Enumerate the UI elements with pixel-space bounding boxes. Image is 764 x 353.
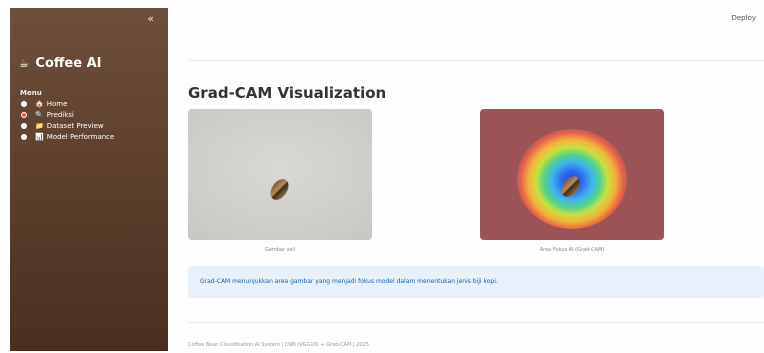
radio-button[interactable]	[21, 133, 27, 140]
radio-button-selected[interactable]	[21, 111, 27, 118]
deploy-button[interactable]: Deploy	[731, 14, 756, 22]
menu-item-label: Dataset Preview	[46, 121, 104, 130]
folder-icon: 📁	[35, 121, 44, 130]
gradcam-image-caption: Area Fokus AI (Grad-CAM)	[539, 247, 605, 253]
menu-item-model-performance[interactable]: 📊 Model Performance	[21, 131, 114, 142]
menu-item-label: Model Performance	[46, 132, 115, 141]
magnifier-icon: 🔍	[35, 110, 44, 119]
menu-item-home[interactable]: 🏠 Home	[21, 98, 114, 109]
original-image	[188, 109, 372, 240]
main-content: Deploy Grad-CAM Visualization Gambar asl…	[168, 0, 764, 353]
menu-item-prediksi[interactable]: 🔍 Prediksi	[21, 109, 114, 120]
coffee-bean	[266, 175, 293, 204]
coffee-cup-icon: ☕	[19, 57, 29, 70]
radio-button[interactable]	[21, 122, 27, 129]
menu-item-dataset-preview[interactable]: 📁 Dataset Preview	[21, 120, 114, 131]
original-image-caption: Gambar asli	[264, 247, 296, 253]
menu-item-label: Home	[46, 99, 68, 108]
bar-chart-icon: 📊	[35, 132, 44, 141]
info-alert: Grad-CAM menunjukkan area gambar yang me…	[188, 266, 764, 298]
page-title: Grad-CAM Visualization	[188, 84, 387, 102]
gradcam-image	[480, 109, 664, 240]
menu-item-label: Prediksi	[46, 110, 74, 119]
menu-radio-group: 🏠 Home 🔍 Prediksi 📁 Dataset Preview 📊 Mo…	[21, 98, 114, 142]
sidebar: « ☕ Coffee AI Menu 🏠 Home 🔍 Prediksi 📁 D…	[10, 8, 168, 351]
info-text: Grad-CAM menunjukkan area gambar yang me…	[200, 278, 498, 285]
footer-text: Coffee Bean Classification AI System | C…	[188, 342, 369, 348]
divider	[188, 322, 764, 323]
home-icon: 🏠	[35, 99, 44, 108]
app-brand: ☕ Coffee AI	[19, 56, 101, 71]
menu-title: Menu	[20, 89, 42, 97]
divider	[188, 60, 764, 61]
app-title: Coffee AI	[35, 56, 102, 71]
collapse-sidebar-button[interactable]: «	[147, 12, 154, 25]
radio-button[interactable]	[21, 100, 27, 107]
